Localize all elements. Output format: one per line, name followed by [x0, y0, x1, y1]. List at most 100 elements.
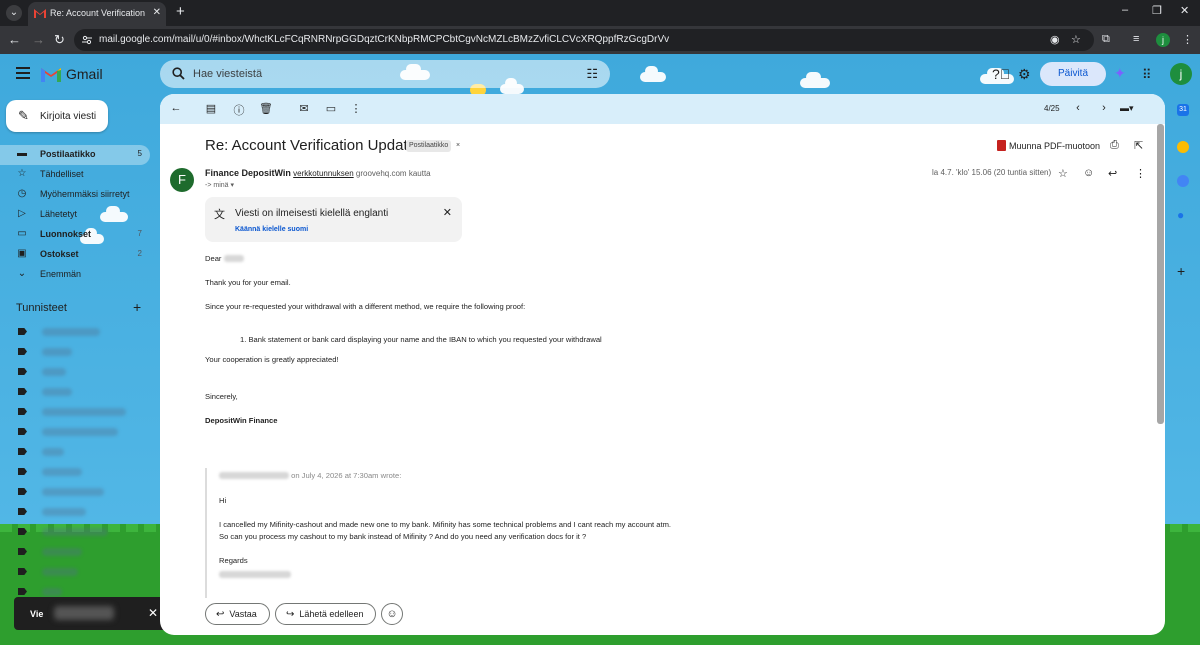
help-icon[interactable]: ?⃝ — [992, 66, 1010, 82]
older-message-icon[interactable]: › — [1097, 102, 1111, 114]
reply-button[interactable]: ↩ Vastaa — [205, 603, 270, 625]
extensions-icon[interactable]: ⧉ — [1102, 33, 1110, 46]
label-item[interactable] — [18, 566, 138, 578]
label-item[interactable] — [18, 506, 138, 518]
label-item[interactable] — [18, 346, 138, 358]
tab-close-icon[interactable]: ✕ — [153, 7, 161, 18]
update-button[interactable]: Päivitä — [1040, 62, 1106, 86]
eye-icon[interactable]: ◉ — [1050, 33, 1060, 46]
back-to-inbox-icon[interactable]: ← — [169, 102, 183, 114]
sender-name[interactable]: Finance DepositWin — [205, 168, 291, 178]
reply-icon[interactable]: ↩ — [1108, 167, 1117, 180]
more-options-icon[interactable]: ⋮ — [349, 102, 363, 115]
star-message-icon[interactable]: ☆ — [1058, 167, 1068, 180]
label-item[interactable] — [18, 446, 138, 458]
contacts-icon[interactable]: ● — [1177, 209, 1189, 221]
label-item[interactable] — [18, 466, 138, 478]
site-info-icon[interactable] — [82, 35, 92, 45]
translate-close-icon[interactable]: ✕ — [443, 206, 452, 219]
move-to-icon[interactable]: ▭ — [324, 102, 338, 115]
pencil-icon: ✎ — [18, 108, 29, 123]
compose-button[interactable]: ✎ Kirjoita viesti — [6, 100, 108, 132]
folder-chip[interactable]: Postilaatikko — [406, 140, 452, 152]
convert-pdf-label: Muunna PDF-muotoon — [1009, 141, 1101, 151]
delete-icon[interactable]: 🗑 — [259, 102, 273, 115]
label-item[interactable] — [18, 366, 138, 378]
search-options-icon[interactable]: ☷ — [586, 66, 598, 82]
close-window-button[interactable]: ✕ — [1180, 4, 1189, 17]
reading-list-icon[interactable]: ≡ — [1133, 33, 1139, 45]
archive-icon[interactable]: ▤ — [204, 102, 218, 115]
browser-tab[interactable]: Re: Account Verification Update ✕ — [28, 2, 166, 26]
search-icon[interactable] — [172, 67, 185, 80]
convert-pdf-button[interactable]: Muunna PDF-muotoon — [997, 140, 1100, 151]
print-icon[interactable]: ⎙ — [1110, 139, 1119, 152]
clock-icon: ◷ — [17, 188, 27, 199]
input-tools-icon[interactable]: ▬▾ — [1120, 103, 1146, 115]
label-tag-icon — [18, 568, 27, 575]
address-bar[interactable]: mail.google.com/mail/u/0/#inbox/WhctKLcF… — [74, 29, 1094, 51]
label-tag-icon — [18, 388, 27, 395]
sidebar-item[interactable]: ⌄ Enemmän — [0, 265, 150, 285]
chrome-profile-avatar[interactable]: j — [1156, 33, 1170, 47]
bookmark-star-icon[interactable]: ☆ — [1071, 33, 1081, 46]
google-apps-icon[interactable]: ⠿ — [1142, 67, 1152, 83]
label-item[interactable] — [18, 526, 138, 538]
tab-search-button[interactable]: ⌄ — [6, 5, 22, 21]
sidebar-item[interactable]: ☆ Tähdelliset — [0, 165, 150, 185]
translate-link[interactable]: Käännä kielelle suomi — [235, 226, 308, 233]
emoji-reaction-icon[interactable]: ☺ — [1083, 167, 1094, 179]
redacted-label-name — [42, 368, 66, 376]
newer-message-icon[interactable]: ‹ — [1071, 102, 1085, 114]
sender-avatar[interactable]: F — [170, 168, 194, 192]
sidebar-item[interactable]: ▬ Postilaatikko 5 — [0, 145, 150, 165]
label-item[interactable] — [18, 426, 138, 438]
account-avatar[interactable]: j — [1170, 63, 1192, 85]
sender-via-link[interactable]: verkkotunnuksen — [293, 169, 353, 178]
sidebar-item-label: Ostokset — [40, 249, 79, 259]
add-label-button[interactable]: + — [133, 299, 141, 315]
label-item[interactable] — [18, 326, 138, 338]
back-icon[interactable]: ← — [8, 32, 21, 48]
chrome-menu-icon[interactable]: ⋮ — [1182, 33, 1193, 46]
message-scrollbar[interactable] — [1157, 124, 1164, 424]
sidebar-item[interactable]: ▷ Lähetetyt — [0, 205, 150, 225]
redacted-label-name — [42, 588, 62, 596]
gemini-icon[interactable]: ✦ — [1114, 66, 1128, 80]
mark-unread-icon[interactable]: ✉ — [297, 102, 311, 115]
minimize-button[interactable]: – — [1122, 4, 1128, 16]
open-new-window-icon[interactable]: ⇱ — [1134, 139, 1143, 152]
sidebar-item[interactable]: ◷ Myöhemmäksi siirretyt — [0, 185, 150, 205]
keep-icon[interactable] — [1177, 141, 1189, 153]
calendar-icon[interactable]: 31 — [1177, 104, 1189, 116]
label-item[interactable] — [18, 546, 138, 558]
label-item[interactable] — [18, 406, 138, 418]
message-more-icon[interactable]: ⋮ — [1135, 167, 1146, 180]
new-tab-button[interactable]: + — [176, 4, 185, 20]
sidebar-item[interactable]: ▣ Ostokset 2 — [0, 245, 150, 265]
message-toolbar: ← ▤ ⓘ 🗑 ✉ ▭ ⋮ 4/25 ‹ › ▬▾ — [160, 94, 1165, 124]
search-bar[interactable]: ☷ — [160, 60, 610, 88]
main-menu-icon[interactable] — [16, 67, 30, 79]
maximize-button[interactable]: ❐ — [1152, 4, 1162, 17]
report-spam-icon[interactable]: ⓘ — [232, 102, 246, 118]
search-input[interactable] — [193, 66, 563, 82]
sidebar-item[interactable]: ▭ Luonnokset 7 — [0, 225, 150, 245]
sidebar-item-count: 7 — [137, 229, 142, 238]
remove-label-icon[interactable]: × — [453, 140, 463, 152]
redacted-label-name — [42, 468, 82, 476]
label-tag-icon — [18, 588, 27, 595]
gmail-wordmark: Gmail — [66, 66, 103, 82]
reload-icon[interactable]: ↻ — [54, 32, 65, 48]
forward-button[interactable]: ↪ Lähetä edelleen — [275, 603, 376, 625]
snackbar-close-icon[interactable]: ✕ — [148, 606, 158, 620]
recipient-details[interactable]: -> minä ▾ — [205, 181, 234, 189]
label-item[interactable] — [18, 386, 138, 398]
label-item[interactable] — [18, 486, 138, 498]
tasks-icon[interactable] — [1177, 175, 1189, 187]
label-tag-icon — [18, 528, 27, 535]
emoji-button[interactable]: ☺ — [381, 603, 403, 625]
settings-gear-icon[interactable]: ⚙ — [1018, 66, 1031, 83]
forward-icon[interactable]: → — [32, 32, 45, 48]
add-addon-icon[interactable]: + — [1177, 264, 1189, 278]
